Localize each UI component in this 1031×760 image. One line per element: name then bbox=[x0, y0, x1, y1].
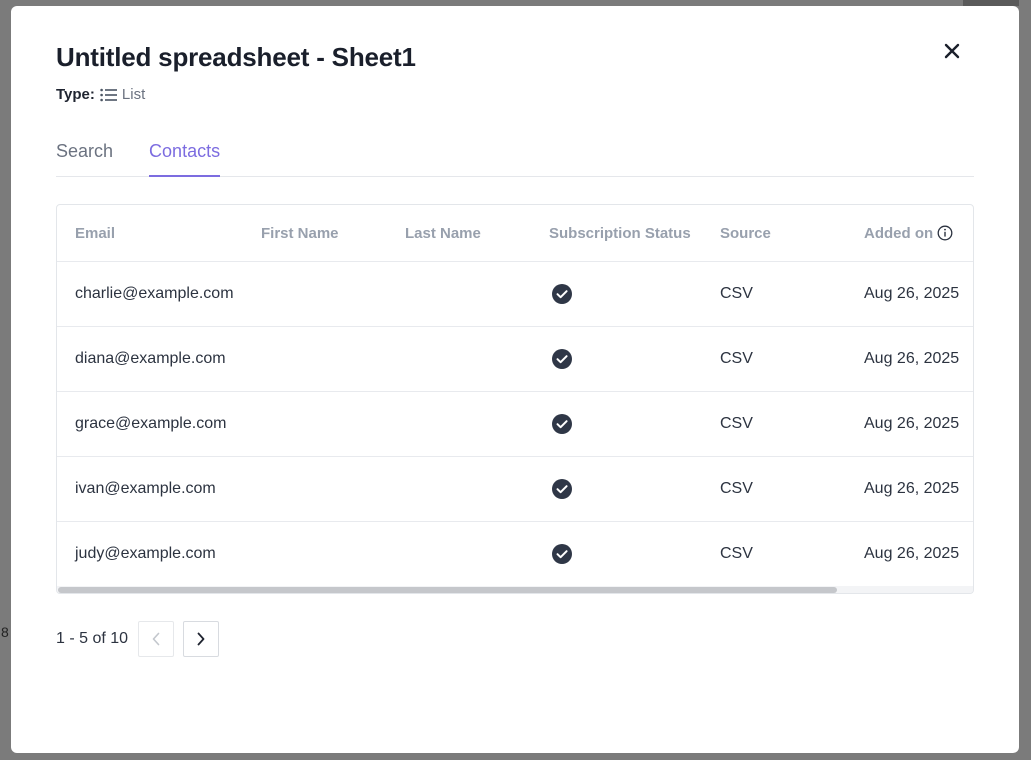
backdrop-partial-text: 8 bbox=[1, 624, 9, 640]
type-row: Type: List bbox=[56, 86, 145, 103]
column-header-email[interactable]: Email bbox=[75, 205, 115, 261]
next-page-button[interactable] bbox=[183, 621, 220, 657]
pagination: 1 - 5 of 10 bbox=[56, 621, 228, 657]
tab-search[interactable]: Search bbox=[56, 134, 113, 177]
added-on-cell: Aug 26, 2025 bbox=[864, 415, 960, 432]
tab-contacts[interactable]: Contacts bbox=[149, 134, 221, 177]
column-header-first-name[interactable]: First Name bbox=[261, 205, 339, 261]
close-button[interactable] bbox=[941, 40, 963, 62]
source-cell: CSV bbox=[720, 285, 753, 302]
column-header-source[interactable]: Source bbox=[720, 205, 771, 261]
contacts-table: Email First Name Last Name Subscription … bbox=[56, 204, 974, 594]
subscribed-check-icon bbox=[551, 262, 573, 326]
email-cell: judy@example.com bbox=[75, 545, 216, 562]
column-header-added-on-label: Added on bbox=[864, 224, 934, 242]
table-header-row: Email First Name Last Name Subscription … bbox=[57, 205, 973, 262]
added-on-cell: Aug 26, 2025 bbox=[864, 480, 960, 497]
modal-title: Untitled spreadsheet - Sheet1 bbox=[56, 42, 416, 72]
type-value: List bbox=[121, 86, 146, 103]
added-on-cell: Aug 26, 2025 bbox=[864, 350, 960, 367]
table-row[interactable]: ivan@example.com CSV Aug 26, 2025 bbox=[57, 457, 973, 522]
table-row[interactable]: diana@example.com CSV Aug 26, 2025 bbox=[57, 327, 973, 392]
chevron-right-icon bbox=[197, 632, 205, 646]
table-row[interactable]: charlie@example.com CSV Aug 26, 2025 bbox=[57, 262, 973, 327]
email-cell: diana@example.com bbox=[75, 350, 226, 367]
close-icon bbox=[944, 43, 960, 59]
added-on-cell: Aug 26, 2025 bbox=[864, 285, 960, 302]
table-row[interactable]: grace@example.com CSV Aug 26, 2025 bbox=[57, 392, 973, 457]
list-details-modal: Untitled spreadsheet - Sheet1 Type: List… bbox=[11, 6, 1019, 753]
column-header-added-on[interactable]: Added on bbox=[864, 205, 953, 261]
tab-bar: Search Contacts bbox=[56, 134, 974, 177]
horizontal-scrollbar[interactable] bbox=[57, 586, 973, 593]
email-cell: grace@example.com bbox=[75, 415, 227, 432]
subscribed-check-icon bbox=[551, 457, 573, 521]
source-cell: CSV bbox=[720, 545, 753, 562]
subscribed-check-icon bbox=[551, 327, 573, 391]
table-row[interactable]: judy@example.com CSV Aug 26, 2025 bbox=[57, 522, 973, 587]
subscribed-check-icon bbox=[551, 522, 573, 586]
previous-page-button[interactable] bbox=[138, 621, 175, 657]
info-icon[interactable] bbox=[937, 225, 953, 241]
email-cell: charlie@example.com bbox=[75, 285, 234, 302]
source-cell: CSV bbox=[720, 415, 753, 432]
pagination-summary: 1 - 5 of 10 bbox=[56, 630, 129, 647]
subscribed-check-icon bbox=[551, 392, 573, 456]
column-header-subscription-status[interactable]: Subscription Status bbox=[549, 205, 691, 261]
scrollbar-thumb[interactable] bbox=[58, 587, 837, 593]
type-label: Type: bbox=[56, 86, 95, 103]
source-cell: CSV bbox=[720, 480, 753, 497]
list-icon bbox=[100, 88, 117, 102]
email-cell: ivan@example.com bbox=[75, 480, 216, 497]
added-on-cell: Aug 26, 2025 bbox=[864, 545, 960, 562]
chevron-left-icon bbox=[152, 632, 160, 646]
column-header-last-name[interactable]: Last Name bbox=[405, 205, 481, 261]
source-cell: CSV bbox=[720, 350, 753, 367]
